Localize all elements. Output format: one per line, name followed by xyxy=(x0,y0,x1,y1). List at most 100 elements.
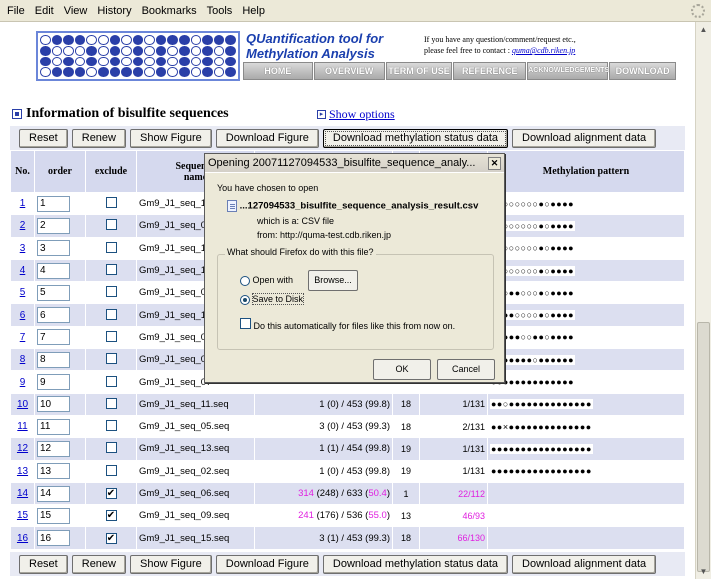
row-no-link[interactable]: 9 xyxy=(10,370,35,394)
cpg-count: 1 xyxy=(392,481,420,506)
auto-option[interactable]: Do this automatically for files like thi… xyxy=(240,318,455,331)
order-cell xyxy=(34,370,86,394)
browse-button[interactable]: Browse... xyxy=(308,270,358,291)
row-no-link[interactable]: 14 xyxy=(10,481,35,506)
exclude-checkbox[interactable] xyxy=(105,464,117,476)
row-no-link[interactable]: 4 xyxy=(10,258,35,283)
methylation-pattern: ●●●●●●●●●●●●●●●●● xyxy=(487,459,685,483)
order-input[interactable] xyxy=(37,418,70,435)
exclude-checkbox[interactable] xyxy=(105,286,117,298)
order-input[interactable] xyxy=(37,530,70,547)
row-no-link[interactable]: 5 xyxy=(10,281,35,305)
contact-email-link[interactable]: quma@cdb.riken.jp xyxy=(512,46,575,55)
renew-button-bottom[interactable]: Renew xyxy=(71,554,126,574)
row-no-link[interactable]: 11 xyxy=(10,414,35,439)
download-alignment-button[interactable]: Download alignment data xyxy=(512,128,657,148)
order-input[interactable] xyxy=(37,240,70,257)
nav-reference[interactable]: REFERENCE xyxy=(453,62,527,80)
exclude-checkbox[interactable] xyxy=(105,219,117,231)
row-no-link[interactable]: 15 xyxy=(10,504,35,528)
order-input[interactable] xyxy=(37,396,70,413)
row-no-link[interactable]: 8 xyxy=(10,348,35,372)
download-figure-button[interactable]: Download Figure xyxy=(215,128,319,148)
exclude-checkbox[interactable] xyxy=(105,308,117,320)
order-input[interactable] xyxy=(37,440,70,457)
order-input[interactable] xyxy=(37,329,70,346)
exclude-checkbox[interactable] xyxy=(105,442,117,454)
menu-tools[interactable]: Tools xyxy=(202,5,238,17)
save-to-disk-radio[interactable] xyxy=(240,294,250,305)
order-input[interactable] xyxy=(37,284,70,301)
logo-dot xyxy=(190,45,202,56)
exclude-checkbox[interactable] xyxy=(105,330,117,342)
row-no-link[interactable]: 12 xyxy=(10,437,35,461)
row-no-link[interactable]: 16 xyxy=(10,526,35,550)
logo-dot xyxy=(121,45,132,56)
download-methylation-button-bottom[interactable]: Download methylation status data xyxy=(322,554,509,574)
scroll-down-arrow-icon[interactable]: ▼ xyxy=(697,565,710,578)
download-alignment-button-bottom[interactable]: Download alignment data xyxy=(512,554,657,574)
scrollbar-thumb[interactable] xyxy=(697,322,710,572)
quma-logo[interactable] xyxy=(36,31,240,81)
ok-button[interactable]: OK xyxy=(373,359,431,380)
logo-dot xyxy=(225,35,236,45)
row-no-link[interactable]: 10 xyxy=(10,392,35,416)
exclude-checkbox[interactable] xyxy=(105,375,117,387)
menu-help[interactable]: Help xyxy=(237,5,270,17)
row-no-link[interactable]: 3 xyxy=(10,236,35,260)
exclude-checkbox[interactable] xyxy=(105,241,117,253)
row-no-link[interactable]: 13 xyxy=(10,459,35,483)
exclude-checkbox[interactable] xyxy=(105,353,117,365)
download-methylation-button[interactable]: Download methylation status data xyxy=(322,128,509,148)
row-no-link[interactable]: 6 xyxy=(10,303,35,327)
show-options-link[interactable]: ▸ Show options xyxy=(317,107,395,122)
nav-overview[interactable]: OVERVIEW xyxy=(313,62,385,80)
vertical-scrollbar[interactable]: ▲ ▼ xyxy=(695,22,711,579)
order-input[interactable] xyxy=(37,351,70,368)
show-figure-button-bottom[interactable]: Show Figure xyxy=(130,554,212,574)
nav-term-of-use[interactable]: TERM OF USE xyxy=(385,62,453,80)
nav-acknowledgements[interactable]: ACKNOWLEDGEMENTS xyxy=(527,62,609,80)
close-icon[interactable]: ✕ xyxy=(488,157,501,170)
order-input[interactable] xyxy=(37,195,70,212)
order-input[interactable] xyxy=(37,485,70,502)
show-figure-button[interactable]: Show Figure xyxy=(130,128,212,148)
order-input[interactable] xyxy=(37,262,70,279)
menu-file[interactable]: File xyxy=(2,5,30,17)
exclude-checkbox[interactable]: ✔ xyxy=(105,510,117,522)
auto-checkbox[interactable] xyxy=(240,318,251,329)
cancel-button[interactable]: Cancel xyxy=(437,359,495,380)
renew-button[interactable]: Renew xyxy=(71,128,126,148)
open-with-radio[interactable] xyxy=(240,275,250,286)
order-input[interactable] xyxy=(37,217,70,234)
download-figure-button-bottom[interactable]: Download Figure xyxy=(215,554,319,574)
row-no-link[interactable]: 7 xyxy=(10,325,35,350)
menu-bookmarks[interactable]: Bookmarks xyxy=(137,5,202,17)
pattern-glyphs: ●●●●●●●●●●●●●●●●● xyxy=(490,443,593,454)
reset-button[interactable]: Reset xyxy=(19,128,68,148)
exclude-checkbox[interactable] xyxy=(105,264,117,276)
order-input[interactable] xyxy=(37,463,70,480)
open-with-option[interactable]: Open with xyxy=(240,275,293,286)
logo-dot xyxy=(190,67,202,77)
order-input[interactable] xyxy=(37,507,70,524)
logo-dot xyxy=(97,67,109,77)
nav-download[interactable]: DOWNLOAD xyxy=(609,62,677,80)
order-input[interactable] xyxy=(37,307,70,324)
menu-history[interactable]: History xyxy=(92,5,136,17)
exclude-checkbox[interactable]: ✔ xyxy=(105,532,117,544)
reset-button-bottom[interactable]: Reset xyxy=(19,554,68,574)
save-to-disk-option[interactable]: Save to Disk xyxy=(240,293,305,305)
exclude-checkbox[interactable] xyxy=(105,420,117,432)
nav-home[interactable]: HOME xyxy=(243,62,313,80)
exclude-checkbox[interactable]: ✔ xyxy=(105,488,117,499)
exclude-checkbox[interactable] xyxy=(105,397,117,409)
row-no-link[interactable]: 2 xyxy=(10,214,35,238)
exclude-checkbox[interactable] xyxy=(105,197,117,209)
menu-view[interactable]: View xyxy=(59,5,93,17)
logo-dot xyxy=(40,67,51,77)
order-input[interactable] xyxy=(37,374,70,391)
scroll-up-arrow-icon[interactable]: ▲ xyxy=(697,23,710,36)
row-no-link[interactable]: 1 xyxy=(10,191,35,216)
menu-edit[interactable]: Edit xyxy=(30,5,59,17)
